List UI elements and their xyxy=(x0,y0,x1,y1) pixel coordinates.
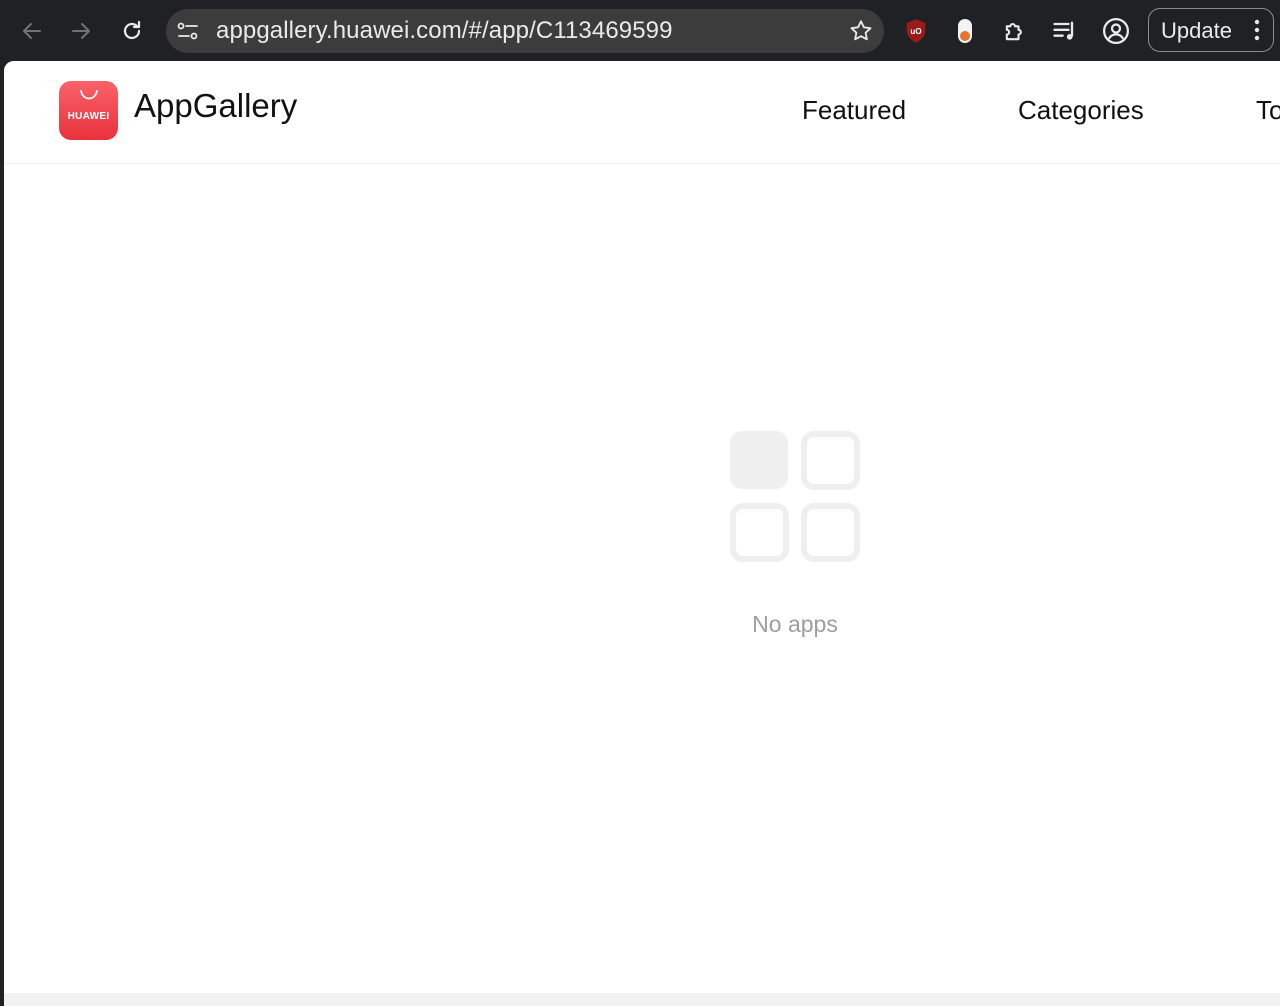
star-icon[interactable] xyxy=(848,18,874,44)
shopping-bag-icon xyxy=(80,90,98,100)
web-page: HUAWEI AppGallery Featured Categories To… xyxy=(4,61,1280,1006)
pill-extension-icon xyxy=(958,19,972,43)
arrow-left-icon xyxy=(23,23,41,39)
profile-button[interactable] xyxy=(1099,14,1133,48)
update-button[interactable]: Update xyxy=(1148,8,1274,52)
app-name[interactable]: AppGallery xyxy=(134,87,297,125)
three-dots-icon[interactable] xyxy=(1253,18,1261,42)
nav-item-top[interactable]: To xyxy=(1256,95,1280,126)
media-control-button[interactable] xyxy=(1048,14,1082,48)
svg-text:uO: uO xyxy=(910,27,921,36)
update-label: Update xyxy=(1161,18,1232,43)
media-queue-icon xyxy=(1053,21,1074,40)
ublock-extension-button[interactable]: uO xyxy=(899,14,933,48)
nav-item-categories[interactable]: Categories xyxy=(1018,95,1144,126)
extensions-button[interactable] xyxy=(998,14,1032,48)
nav-item-featured[interactable]: Featured xyxy=(802,95,906,126)
page-bottom-strip xyxy=(4,993,1280,1006)
orange-extension-button[interactable] xyxy=(948,14,982,48)
url-text[interactable]: appgallery.huawei.com/#/app/C113469599 xyxy=(216,9,673,53)
back-button[interactable] xyxy=(14,13,50,49)
empty-state-text: No apps xyxy=(752,611,838,637)
address-bar[interactable]: appgallery.huawei.com/#/app/C113469599 xyxy=(166,9,884,53)
ublock-shield-icon: uO xyxy=(906,19,926,43)
arrow-right-icon xyxy=(72,23,90,39)
profile-icon xyxy=(1103,18,1129,44)
logo-text: HUAWEI xyxy=(67,111,110,122)
empty-apps-icon xyxy=(730,431,860,562)
forward-button[interactable] xyxy=(63,13,99,49)
huawei-logo[interactable]: HUAWEI xyxy=(59,81,118,140)
site-header: HUAWEI AppGallery Featured Categories To xyxy=(4,61,1280,164)
browser-toolbar: appgallery.huawei.com/#/app/C113469599 u… xyxy=(0,0,1280,62)
puzzle-icon xyxy=(1005,22,1022,41)
reload-icon xyxy=(123,20,141,40)
main-content: No apps xyxy=(4,164,1280,994)
tune-icon[interactable] xyxy=(176,19,200,43)
reload-button[interactable] xyxy=(114,13,150,49)
